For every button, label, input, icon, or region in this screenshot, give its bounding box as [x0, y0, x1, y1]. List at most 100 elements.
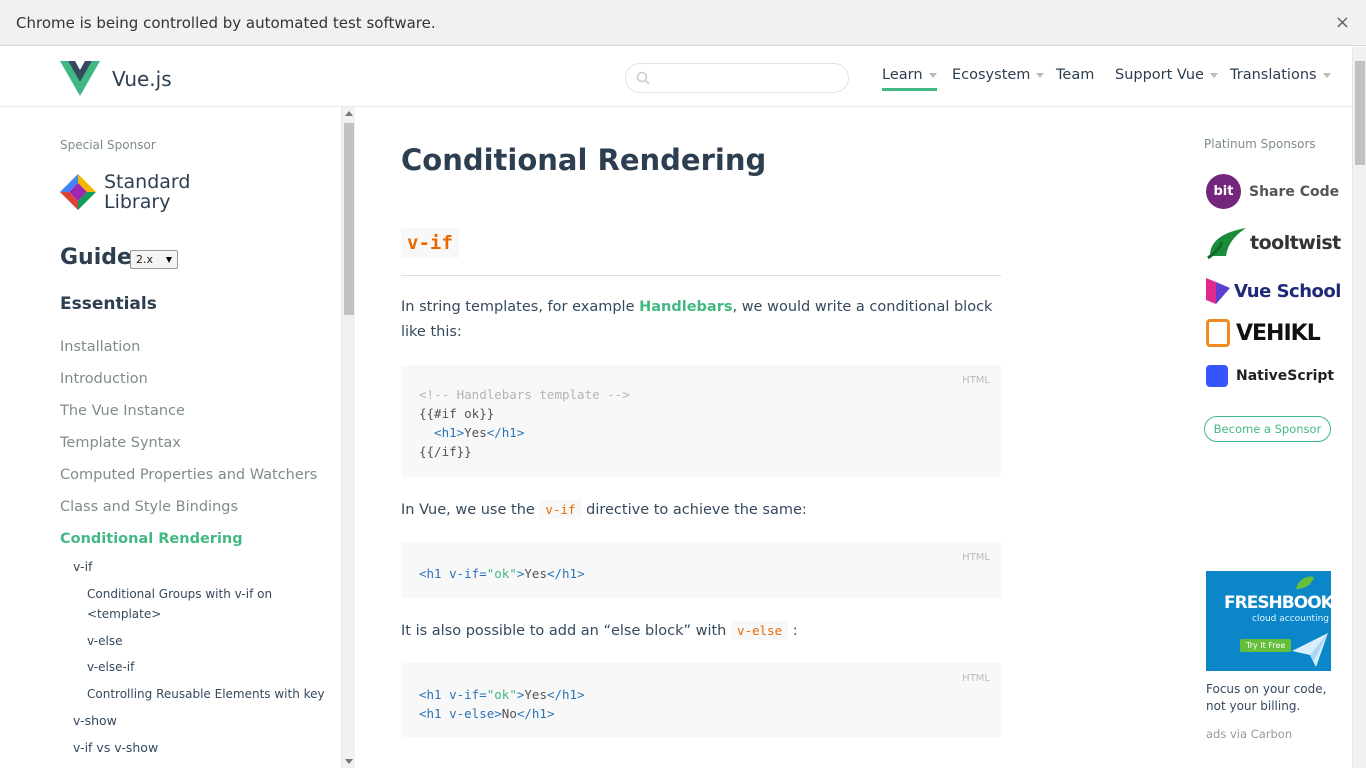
infobar-message: Chrome is being controlled by automated … — [16, 13, 436, 32]
sidebar-item-installation[interactable]: Installation — [60, 339, 140, 355]
sponsor-bit[interactable]: bit Share Code — [1206, 174, 1339, 209]
code-token: <h1 — [419, 706, 450, 721]
code-line: <!-- Handlebars template --> — [419, 387, 630, 402]
sidebar-sub-conditional-groups[interactable]: Conditional Groups with v-if on <templat… — [87, 584, 327, 624]
special-sponsor-label: Special Sponsor — [60, 138, 156, 152]
sidebar-item-computed[interactable]: Computed Properties and Watchers — [60, 467, 317, 483]
sponsor-bit-label: Share Code — [1249, 183, 1340, 200]
chevron-down-icon — [928, 72, 937, 78]
code-token: Yes — [464, 425, 487, 440]
left-sidebar: Special Sponsor Standard Library Guide 2… — [0, 107, 341, 768]
nav-ecosystem-label: Ecosystem — [952, 67, 1031, 83]
code-token: "ok" — [486, 566, 517, 581]
section-essentials: Essentials — [60, 294, 157, 314]
nav-ecosystem[interactable]: Ecosystem — [952, 67, 1045, 83]
sponsor-vue-school-label: Vue School — [1234, 280, 1341, 302]
chevron-down-icon — [1036, 72, 1045, 78]
code-token: v-if= — [449, 566, 487, 581]
brand-logo[interactable]: Vue.js — [60, 61, 172, 96]
sidebar-sub-reusable-elements[interactable]: Controlling Reusable Elements with key — [87, 684, 327, 704]
nav-learn[interactable]: Learn — [882, 67, 937, 91]
sponsor-vehikl[interactable]: VEHIKL — [1206, 319, 1321, 347]
ad-brand: FRESHBOOKS — [1224, 593, 1331, 613]
ad-text[interactable]: Focus on your code, not your billing. — [1206, 681, 1331, 715]
version-select[interactable]: 2.x — [130, 250, 178, 269]
carbon-ad-image[interactable]: FRESHBOOKS cloud accounting Try It Free — [1206, 571, 1331, 671]
sidebar-item-conditional-rendering[interactable]: Conditional Rendering — [60, 531, 243, 547]
code-block-v-if: HTML <h1 v-if="ok">Yes</h1> — [401, 542, 1001, 598]
inline-code-v-else: v-else — [730, 621, 789, 640]
inline-code-v-if: v-if — [539, 500, 582, 519]
sidebar-sub-v-else[interactable]: v-else — [87, 631, 327, 651]
code-token: <h1 — [419, 566, 450, 581]
brand-name: Vue.js — [112, 66, 172, 91]
code-line: <h1>Yes</h1> — [419, 423, 1001, 442]
scroll-down-icon[interactable] — [345, 759, 353, 764]
sponsor-nativescript[interactable]: NativeScript — [1206, 365, 1334, 387]
nav-translations[interactable]: Translations — [1230, 67, 1331, 83]
page-title: Conditional Rendering — [401, 143, 767, 177]
tooltwist-logo-icon — [1207, 228, 1246, 260]
sponsor-nativescript-label: NativeScript — [1236, 368, 1335, 384]
vue-logo-icon — [60, 61, 100, 96]
standard-library-logo-icon — [60, 174, 96, 210]
sidebar-sub-v-if-vs-v-show[interactable]: v-if vs v-show — [73, 740, 158, 755]
vehikl-logo-icon — [1206, 319, 1230, 347]
sidebar-sub-v-if[interactable]: v-if — [73, 559, 92, 574]
code-token: <h1> — [419, 425, 465, 440]
code-token: > — [494, 706, 502, 721]
infobar-close-icon[interactable]: × — [1335, 12, 1350, 33]
code-token: "ok" — [486, 687, 517, 702]
sidebar-item-template-syntax[interactable]: Template Syntax — [60, 435, 181, 451]
code-line: {{#if ok}} — [419, 406, 495, 421]
sidebar-sub-v-else-if[interactable]: v-else-if — [87, 657, 327, 677]
paragraph-3: It is also possible to add an “else bloc… — [401, 618, 1001, 644]
section-heading-code[interactable]: v-if — [401, 228, 459, 258]
sidebar-item-vue-instance[interactable]: The Vue Instance — [60, 403, 185, 419]
bit-logo-text: bit — [1213, 184, 1234, 199]
leaf-icon — [1296, 576, 1314, 589]
section-heading-v-if: v-if — [401, 228, 1001, 276]
code-token: <h1 — [419, 687, 450, 702]
sidebar-scroll-thumb[interactable] — [344, 123, 354, 315]
scroll-up-icon[interactable] — [345, 111, 353, 116]
sponsor-tooltwist-label: tooltwist — [1250, 232, 1341, 254]
nav-support-vue-label: Support Vue — [1115, 67, 1204, 83]
code-lang-label: HTML — [962, 673, 990, 684]
version-value: 2.x — [136, 253, 154, 266]
guide-title: Guide — [60, 245, 132, 270]
search-box[interactable] — [625, 63, 849, 93]
become-sponsor-button[interactable]: Become a Sponsor — [1204, 416, 1331, 442]
search-input[interactable] — [656, 68, 836, 88]
nav-team-label: Team — [1056, 67, 1095, 83]
code-token: Yes — [524, 687, 547, 702]
nav-support-vue[interactable]: Support Vue — [1115, 67, 1218, 83]
site-header: Vue.js Learn Ecosystem Team Support Vue … — [0, 47, 1352, 107]
nav-team[interactable]: Team — [1056, 67, 1094, 83]
nav-translations-label: Translations — [1230, 67, 1317, 83]
nav-learn-label: Learn — [882, 67, 923, 83]
sponsor-line-1: Standard — [104, 171, 191, 193]
code-lang-label: HTML — [962, 375, 990, 386]
sponsor-tooltwist[interactable]: tooltwist — [1206, 226, 1341, 260]
code-token: No — [501, 706, 517, 721]
sponsor-line-2: Library — [104, 191, 171, 213]
code-line: {{/if}} — [419, 444, 472, 459]
page-scroll-thumb[interactable] — [1355, 61, 1365, 165]
code-token: </h1> — [546, 687, 585, 702]
code-line: <h1 v-else>No</h1> — [419, 704, 1001, 723]
sidebar-item-introduction[interactable]: Introduction — [60, 371, 148, 387]
chevron-down-icon — [1209, 72, 1218, 78]
sponsor-vue-school[interactable]: Vue School — [1206, 278, 1341, 304]
code-block-handlebars: HTML <!-- Handlebars template --> {{#if … — [401, 365, 1001, 477]
ads-via-carbon-link[interactable]: ads via Carbon — [1206, 727, 1292, 741]
sidebar-item-class-style[interactable]: Class and Style Bindings — [60, 499, 238, 515]
sidebar-scrollbar[interactable] — [341, 107, 355, 768]
code-token: v-if= — [449, 687, 487, 702]
page-scrollbar[interactable] — [1352, 47, 1366, 768]
sidebar-sub-v-show[interactable]: v-show — [73, 713, 117, 728]
code-block-v-else: HTML <h1 v-if="ok" > Yes</h1> <h1 v-else>N… — [401, 663, 1001, 737]
standard-library-sponsor[interactable]: Standard Library — [60, 172, 190, 212]
paragraph-3-text-b: : — [788, 623, 798, 639]
handlebars-link[interactable]: Handlebars — [639, 299, 732, 315]
